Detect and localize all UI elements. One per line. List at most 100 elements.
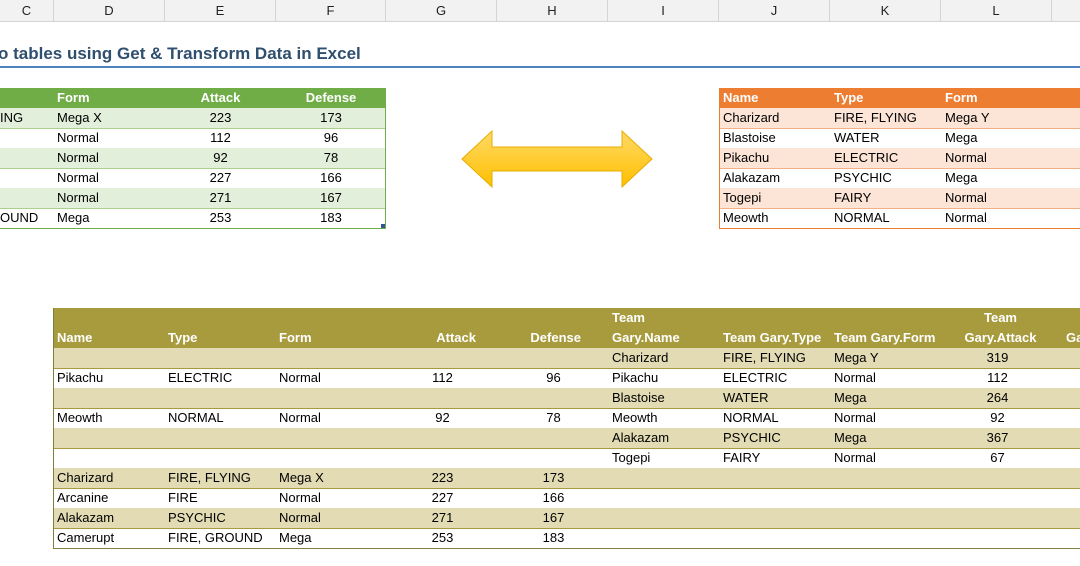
orange-header-form[interactable]: Form bbox=[942, 88, 1053, 108]
table-cell[interactable]: Alakazam bbox=[609, 428, 720, 448]
table-cell[interactable]: Normal bbox=[942, 188, 1053, 208]
table-cell[interactable]: PSYCHIC bbox=[165, 508, 276, 528]
table-cell[interactable] bbox=[387, 448, 498, 468]
table-resize-handle[interactable] bbox=[381, 224, 385, 228]
table-cell[interactable]: WATER bbox=[720, 388, 831, 408]
table-cell[interactable]: Mega X bbox=[276, 468, 387, 488]
table-cell[interactable]: Normal bbox=[54, 168, 165, 188]
table-cell[interactable]: 92 bbox=[387, 408, 498, 428]
table-cell[interactable] bbox=[831, 488, 942, 508]
table-cell[interactable]: 112 bbox=[942, 368, 1053, 388]
table-cell[interactable]: Arcanine bbox=[54, 488, 165, 508]
table-cell[interactable]: PSYCHIC bbox=[720, 428, 831, 448]
table-cell[interactable]: FIRE, FLYING bbox=[720, 348, 831, 368]
table-cell[interactable]: 112 bbox=[387, 368, 498, 388]
table-cell[interactable]: ELECTRIC bbox=[831, 148, 942, 168]
table-cell[interactable]: NORMAL bbox=[720, 408, 831, 428]
table-cell[interactable]: Normal bbox=[831, 368, 942, 388]
table-cell[interactable]: 319 bbox=[942, 348, 1053, 368]
table-cell[interactable] bbox=[276, 428, 387, 448]
table-cell[interactable]: Normal bbox=[54, 128, 165, 148]
table-cell[interactable]: 183 bbox=[498, 528, 609, 548]
table-cell[interactable]: 92 bbox=[942, 408, 1053, 428]
column-header-l[interactable]: L bbox=[941, 0, 1052, 21]
table-cell[interactable] bbox=[609, 468, 720, 488]
table-cell[interactable] bbox=[609, 488, 720, 508]
table-cell[interactable]: Camerupt bbox=[54, 528, 165, 548]
sheet-title[interactable]: o tables using Get & Transform Data in E… bbox=[0, 44, 361, 64]
table-cell[interactable]: 253 bbox=[387, 528, 498, 548]
green-header-defense[interactable]: Defense bbox=[276, 88, 386, 108]
column-header-i[interactable]: I bbox=[608, 0, 719, 21]
table-cell[interactable]: 183 bbox=[276, 208, 386, 228]
table-cell[interactable] bbox=[276, 388, 387, 408]
table-cell[interactable]: ELECTRIC bbox=[165, 368, 276, 388]
table-cell[interactable]: 78 bbox=[498, 408, 609, 428]
table-cell[interactable]: Pikachu bbox=[720, 148, 831, 168]
table-cell[interactable]: Meowth bbox=[54, 408, 165, 428]
table-cell[interactable]: 227 bbox=[165, 168, 276, 188]
table-cell[interactable] bbox=[720, 528, 831, 548]
table-cell[interactable]: 223 bbox=[165, 108, 276, 128]
table-cell[interactable]: Blastoise bbox=[609, 388, 720, 408]
table-cell[interactable]: 166 bbox=[276, 168, 386, 188]
table-cell[interactable] bbox=[942, 508, 1053, 528]
table-cell[interactable]: 173 bbox=[276, 108, 386, 128]
table-cell[interactable] bbox=[498, 448, 609, 468]
column-header-f[interactable]: F bbox=[276, 0, 386, 21]
merged-header-team-gary-attack-line1[interactable]: Team bbox=[945, 308, 1056, 328]
table-cell[interactable]: Mega bbox=[942, 128, 1053, 148]
table-cell[interactable]: FIRE bbox=[165, 488, 276, 508]
merged-header-type[interactable]: Type bbox=[168, 328, 197, 348]
table-cell[interactable]: 78 bbox=[276, 148, 386, 168]
table-cell[interactable] bbox=[54, 428, 165, 448]
table-cell[interactable] bbox=[54, 348, 165, 368]
table-cell[interactable]: Mega X bbox=[54, 108, 165, 128]
table-cell[interactable] bbox=[54, 448, 165, 468]
merged-header-form[interactable]: Form bbox=[279, 328, 312, 348]
green-header-form[interactable]: Form bbox=[54, 88, 165, 108]
column-header-c[interactable]: C bbox=[0, 0, 54, 21]
table-cell[interactable]: 112 bbox=[165, 128, 276, 148]
table-cell[interactable]: Normal bbox=[54, 148, 165, 168]
table-cell[interactable]: 173 bbox=[498, 468, 609, 488]
table-cell[interactable]: Normal bbox=[54, 188, 165, 208]
table-cell[interactable]: 167 bbox=[276, 188, 386, 208]
table-cell[interactable]: Mega bbox=[276, 528, 387, 548]
table-cell[interactable]: Normal bbox=[276, 488, 387, 508]
table-cell[interactable]: 271 bbox=[165, 188, 276, 208]
table-cell[interactable]: Charizard bbox=[54, 468, 165, 488]
table-cell[interactable] bbox=[609, 508, 720, 528]
table-cell[interactable]: 96 bbox=[276, 128, 386, 148]
merged-header-team-gary-name-line2[interactable]: Gary.Name bbox=[612, 328, 680, 348]
column-header-g[interactable]: G bbox=[386, 0, 497, 21]
table-cell[interactable]: Mega bbox=[54, 208, 165, 228]
table-cell[interactable] bbox=[387, 348, 498, 368]
table-cell[interactable]: Mega Y bbox=[942, 108, 1053, 128]
table-cell[interactable] bbox=[942, 528, 1053, 548]
merged-header-team-gary-name-line1[interactable]: Team bbox=[612, 308, 645, 328]
table-cell[interactable]: Normal bbox=[276, 508, 387, 528]
table-cell[interactable]: 253 bbox=[165, 208, 276, 228]
table-cell[interactable]: 166 bbox=[498, 488, 609, 508]
table-cell[interactable] bbox=[276, 348, 387, 368]
orange-header-name[interactable]: Name bbox=[720, 88, 831, 108]
table-cell[interactable]: Charizard bbox=[720, 108, 831, 128]
table-cell[interactable] bbox=[720, 508, 831, 528]
table-cell[interactable]: Normal bbox=[276, 408, 387, 428]
merged-header-attack[interactable]: Attack bbox=[390, 328, 501, 348]
table-cell[interactable]: 92 bbox=[165, 148, 276, 168]
table-cell[interactable] bbox=[831, 528, 942, 548]
table-cell[interactable]: Charizard bbox=[609, 348, 720, 368]
column-header-k[interactable]: K bbox=[830, 0, 941, 21]
orange-header-type[interactable]: Type bbox=[831, 88, 942, 108]
table-cell[interactable] bbox=[387, 428, 498, 448]
table-cell[interactable] bbox=[720, 488, 831, 508]
table-cell[interactable]: NORMAL bbox=[831, 208, 942, 228]
table-cell[interactable]: 264 bbox=[942, 388, 1053, 408]
table-cell[interactable]: Alakazam bbox=[720, 168, 831, 188]
green-header-attack[interactable]: Attack bbox=[165, 88, 276, 108]
table-cell[interactable]: FIRE, FLYING bbox=[831, 108, 942, 128]
table-cell[interactable]: 96 bbox=[498, 368, 609, 388]
table-cell[interactable]: Togepi bbox=[720, 188, 831, 208]
